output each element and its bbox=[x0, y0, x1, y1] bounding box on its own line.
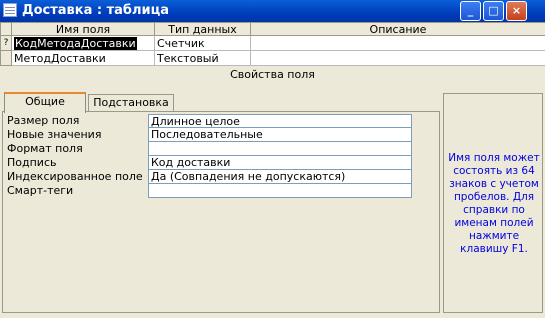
column-header-description[interactable]: Описание bbox=[250, 22, 545, 36]
tab-lookup[interactable]: Подстановка bbox=[88, 94, 174, 112]
help-panel: Имя поля может состоять из 64 знаков с у… bbox=[443, 93, 543, 313]
window-titlebar[interactable]: Доставка : таблица _ □ × bbox=[0, 0, 545, 22]
column-header-data-type[interactable]: Тип данных bbox=[154, 22, 251, 36]
property-label: Смарт-теги bbox=[7, 184, 74, 197]
table-row[interactable]: МетодДоставки Текстовый bbox=[0, 50, 545, 66]
property-value-input[interactable]: Последовательные bbox=[148, 128, 412, 142]
field-name-cell[interactable]: МетодДоставки bbox=[11, 50, 155, 66]
description-cell[interactable] bbox=[250, 50, 545, 66]
data-type-cell[interactable]: Текстовый bbox=[154, 50, 251, 66]
property-row-field-size[interactable]: Размер поля Длинное целое bbox=[7, 114, 417, 128]
row-selector[interactable] bbox=[0, 50, 12, 66]
maximize-button[interactable]: □ bbox=[483, 1, 504, 21]
data-type-cell[interactable]: Счетчик bbox=[154, 35, 251, 51]
property-label: Размер поля bbox=[7, 114, 80, 127]
property-label: Подпись bbox=[7, 156, 57, 169]
field-name-cell[interactable]: КодМетодаДоставки bbox=[11, 35, 155, 51]
help-text: Имя поля может состоять из 64 знаков с у… bbox=[448, 152, 540, 255]
row-selector-key-icon[interactable]: ? bbox=[0, 35, 12, 51]
field-properties-label: Свойства поля bbox=[0, 66, 545, 84]
property-value-input[interactable] bbox=[148, 184, 412, 198]
close-button[interactable]: × bbox=[506, 1, 527, 21]
property-value-input[interactable]: Код доставки bbox=[148, 156, 412, 170]
property-row-caption[interactable]: Подпись Код доставки bbox=[7, 156, 417, 170]
property-label: Индексированное поле bbox=[7, 170, 143, 183]
field-design-grid: Имя поля Тип данных Описание ? КодМетода… bbox=[0, 22, 545, 66]
column-header-field-name[interactable]: Имя поля bbox=[11, 22, 155, 36]
table-icon bbox=[3, 3, 17, 17]
property-row-new-values[interactable]: Новые значения Последовательные bbox=[7, 128, 417, 142]
properties-panel: Размер поля Длинное целое Новые значения… bbox=[2, 111, 440, 313]
property-value-input[interactable] bbox=[148, 142, 412, 156]
table-row[interactable]: ? КодМетодаДоставки Счетчик bbox=[0, 35, 545, 51]
corner-header bbox=[0, 22, 12, 36]
property-value-input[interactable]: Длинное целое bbox=[148, 114, 412, 128]
tab-general[interactable]: Общие bbox=[4, 92, 86, 113]
property-value-input[interactable]: Да (Совпадения не допускаются) bbox=[148, 170, 412, 184]
window-title: Доставка : таблица bbox=[22, 3, 170, 18]
description-cell[interactable] bbox=[250, 35, 545, 51]
property-row-format[interactable]: Формат поля bbox=[7, 142, 417, 156]
property-label: Новые значения bbox=[7, 128, 102, 141]
field-name-text: КодМетодаДоставки bbox=[14, 36, 137, 50]
property-label: Формат поля bbox=[7, 142, 83, 155]
property-row-indexed[interactable]: Индексированное поле Да (Совпадения не д… bbox=[7, 170, 417, 184]
property-row-smart-tags[interactable]: Смарт-теги bbox=[7, 184, 417, 198]
minimize-button[interactable]: _ bbox=[460, 1, 481, 21]
